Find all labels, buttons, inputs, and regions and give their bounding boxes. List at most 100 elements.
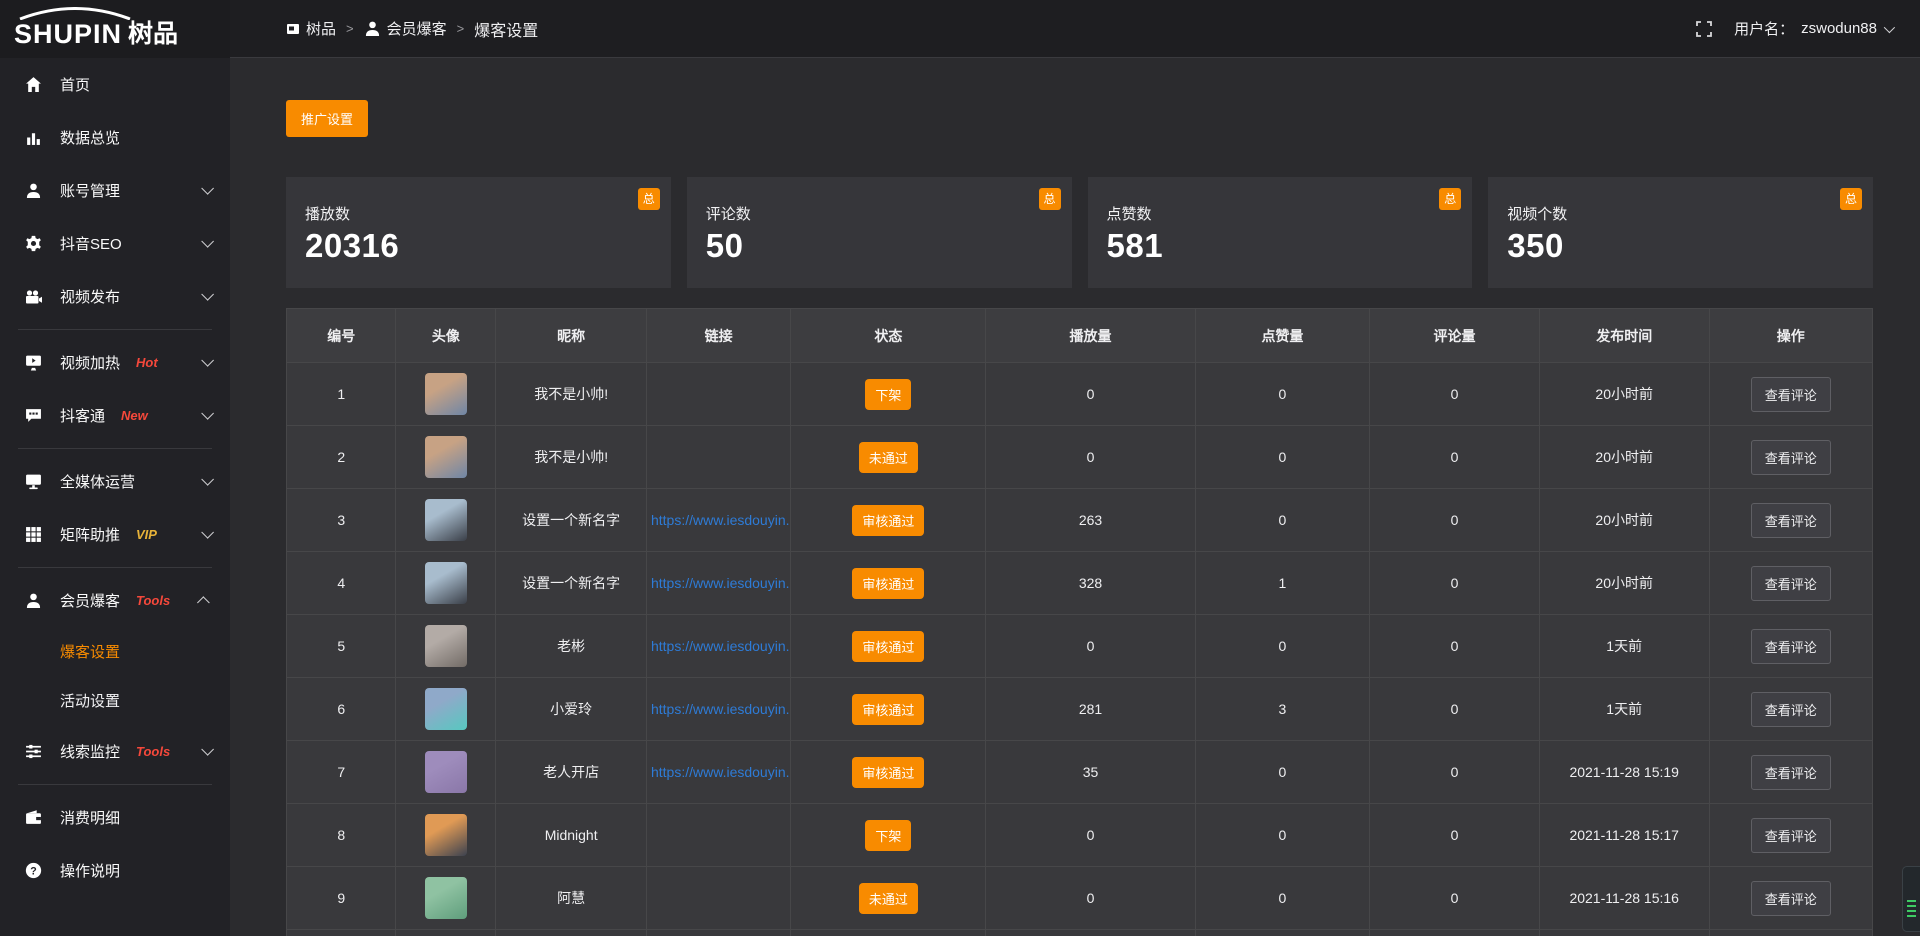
avatar-cell <box>396 426 496 489</box>
widget-dash <box>1907 900 1916 902</box>
link-cell: https://www.iesdouyin.c <box>646 678 790 741</box>
status-badge[interactable]: 下架 <box>865 379 911 410</box>
view-comments-button[interactable]: 查看评论 <box>1751 566 1831 601</box>
fullscreen-icon[interactable] <box>1696 21 1712 37</box>
view-comments-button[interactable]: 查看评论 <box>1751 377 1831 412</box>
status-badge[interactable]: 审核通过 <box>852 757 924 788</box>
sidebar-item-label: 全媒体运营 <box>60 471 135 492</box>
videos-table: 编号头像昵称链接状态播放量点赞量评论量发布时间操作 1我不是小帅!下架00020… <box>286 308 1873 936</box>
app-logo[interactable]: SHUPIN 树品 <box>0 0 230 58</box>
link-cell: https://www.iesdouyin.c <box>646 489 790 552</box>
view-comments-button[interactable]: 查看评论 <box>1751 881 1831 916</box>
video-link[interactable]: https://www.iesdouyin.c <box>647 512 790 528</box>
floating-widget[interactable] <box>1902 866 1920 932</box>
sidebar-item-badge: New <box>121 408 148 423</box>
promo-settings-button[interactable]: 推广设置 <box>286 100 368 137</box>
breadcrumb: 树品>会员爆客>爆客设置 <box>286 17 538 41</box>
status-cell: 审核通过 <box>791 489 986 552</box>
stat-label: 播放数 <box>305 203 651 224</box>
table-row: 7老人开店https://www.iesdouyin.c审核通过35002021… <box>287 741 1873 804</box>
sidebar-item-account-manage[interactable]: 账号管理 <box>0 164 230 217</box>
status-badge[interactable]: 未通过 <box>859 442 918 473</box>
comments-cell: 0 <box>1370 363 1540 426</box>
sidebar-item-label: 视频加热 <box>60 352 120 373</box>
avatar-cell <box>396 363 496 426</box>
status-badge[interactable]: 未通过 <box>859 883 918 914</box>
table-row: 3设置一个新名字https://www.iesdouyin.c审核通过26300… <box>287 489 1873 552</box>
status-cell: 审核通过 <box>791 552 986 615</box>
publish-time-cell: 20小时前 <box>1539 552 1709 615</box>
gear-icon <box>24 234 43 253</box>
video-link[interactable]: https://www.iesdouyin.c <box>647 701 790 717</box>
comments-cell: 0 <box>1370 489 1540 552</box>
view-comments-button[interactable]: 查看评论 <box>1751 818 1831 853</box>
sidebar-item-data-overview[interactable]: 数据总览 <box>0 111 230 164</box>
sidebar-item-video-heat[interactable]: 视频加热 Hot <box>0 336 230 389</box>
status-badge[interactable]: 下架 <box>865 820 911 851</box>
status-badge[interactable]: 审核通过 <box>852 694 924 725</box>
breadcrumb-item-member-baoke[interactable]: 会员爆客 <box>364 18 447 39</box>
publish-time-cell: 2021-11-28 15:17 <box>1539 804 1709 867</box>
sidebar-item-douyin-seo[interactable]: 抖音SEO <box>0 217 230 270</box>
sidebar-subitem-activity-settings[interactable]: 活动设置 <box>0 676 230 725</box>
view-comments-button[interactable]: 查看评论 <box>1751 440 1831 475</box>
view-comments-button[interactable]: 查看评论 <box>1751 503 1831 538</box>
view-comments-button[interactable]: 查看评论 <box>1751 629 1831 664</box>
sidebar-item-consume-detail[interactable]: 消费明细 <box>0 791 230 844</box>
sidebar-item-label: 会员爆客 <box>60 590 120 611</box>
topbar-right: 用户名：zswodun88 <box>1696 18 1892 39</box>
status-badge[interactable]: 审核通过 <box>852 568 924 599</box>
sidebar-item-home[interactable]: 首页 <box>0 58 230 111</box>
breadcrumb-label: 树品 <box>306 18 336 39</box>
avatar-cell <box>396 678 496 741</box>
column-header: 操作 <box>1709 309 1872 363</box>
sidebar-item-label: 首页 <box>60 74 90 95</box>
view-comments-button[interactable]: 查看评论 <box>1751 692 1831 727</box>
stat-card: 评论数50总 <box>687 177 1072 288</box>
sidebar-menu: 首页数据总览账号管理抖音SEO视频发布视频加热 Hot 抖客通New 全媒体运营矩阵助… <box>0 58 230 897</box>
column-header: 播放量 <box>986 309 1195 363</box>
likes-cell: 3 <box>1195 678 1369 741</box>
status-badge[interactable]: 审核通过 <box>852 631 924 662</box>
status-badge[interactable]: 审核通过 <box>852 505 924 536</box>
chevron-down-icon <box>1884 21 1895 32</box>
stat-value: 20316 <box>305 227 651 265</box>
row-id-cell: 1 <box>287 363 396 426</box>
video-link[interactable]: https://www.iesdouyin.c <box>647 638 790 654</box>
row-id-cell: 2 <box>287 426 396 489</box>
sidebar-subitem-baoke-settings[interactable]: 爆客设置 <box>0 627 230 676</box>
view-comments-button[interactable]: 查看评论 <box>1751 755 1831 790</box>
row-id-cell: 10 <box>287 930 396 936</box>
avatar-cell <box>396 552 496 615</box>
plays-cell: 0 <box>986 426 1195 489</box>
stat-value: 50 <box>706 227 1052 265</box>
avatar-cell <box>396 930 496 936</box>
nickname-cell: Midnight <box>496 804 647 867</box>
avatar <box>425 499 467 541</box>
sidebar-item-member-baoke[interactable]: 会员爆客Tools <box>0 574 230 627</box>
status-cell: 审核通过 <box>791 615 986 678</box>
video-link[interactable]: https://www.iesdouyin.c <box>647 575 790 591</box>
sidebar-item-matrix-boost[interactable]: 矩阵助推VIP <box>0 508 230 561</box>
comments-cell: 0 <box>1370 867 1540 930</box>
sidebar-item-label: 操作说明 <box>60 860 120 881</box>
breadcrumb-item-baoke-settings[interactable]: 爆客设置 <box>474 17 538 41</box>
chevron-down-icon <box>201 526 214 539</box>
nickname-cell: 我不是小帅! <box>496 363 647 426</box>
plays-cell: 263 <box>986 489 1195 552</box>
row-id-cell: 8 <box>287 804 396 867</box>
sidebar-item-media-operation[interactable]: 全媒体运营 <box>0 455 230 508</box>
breadcrumb-item-shupin[interactable]: 树品 <box>286 18 336 39</box>
breadcrumb-label: 爆客设置 <box>474 17 538 41</box>
status-cell: 下架 <box>791 363 986 426</box>
sidebar-item-badge: Hot <box>136 355 158 370</box>
main-area: 树品>会员爆客>爆客设置 用户名：zswodun88 推广设置 播放数 20316… <box>230 0 1920 936</box>
sidebar-item-operation-guide[interactable]: ?操作说明 <box>0 844 230 897</box>
chevron-down-icon <box>201 288 214 301</box>
sidebar-item-clue-monitor[interactable]: 线索监控Tools <box>0 725 230 778</box>
username-dropdown[interactable]: 用户名：zswodun88 <box>1734 18 1892 39</box>
sidebar-item-douketong[interactable]: 抖客通New <box>0 389 230 442</box>
video-link[interactable]: https://www.iesdouyin.c <box>647 764 790 780</box>
home-icon <box>24 75 43 94</box>
sidebar-item-video-publish[interactable]: 视频发布 <box>0 270 230 323</box>
